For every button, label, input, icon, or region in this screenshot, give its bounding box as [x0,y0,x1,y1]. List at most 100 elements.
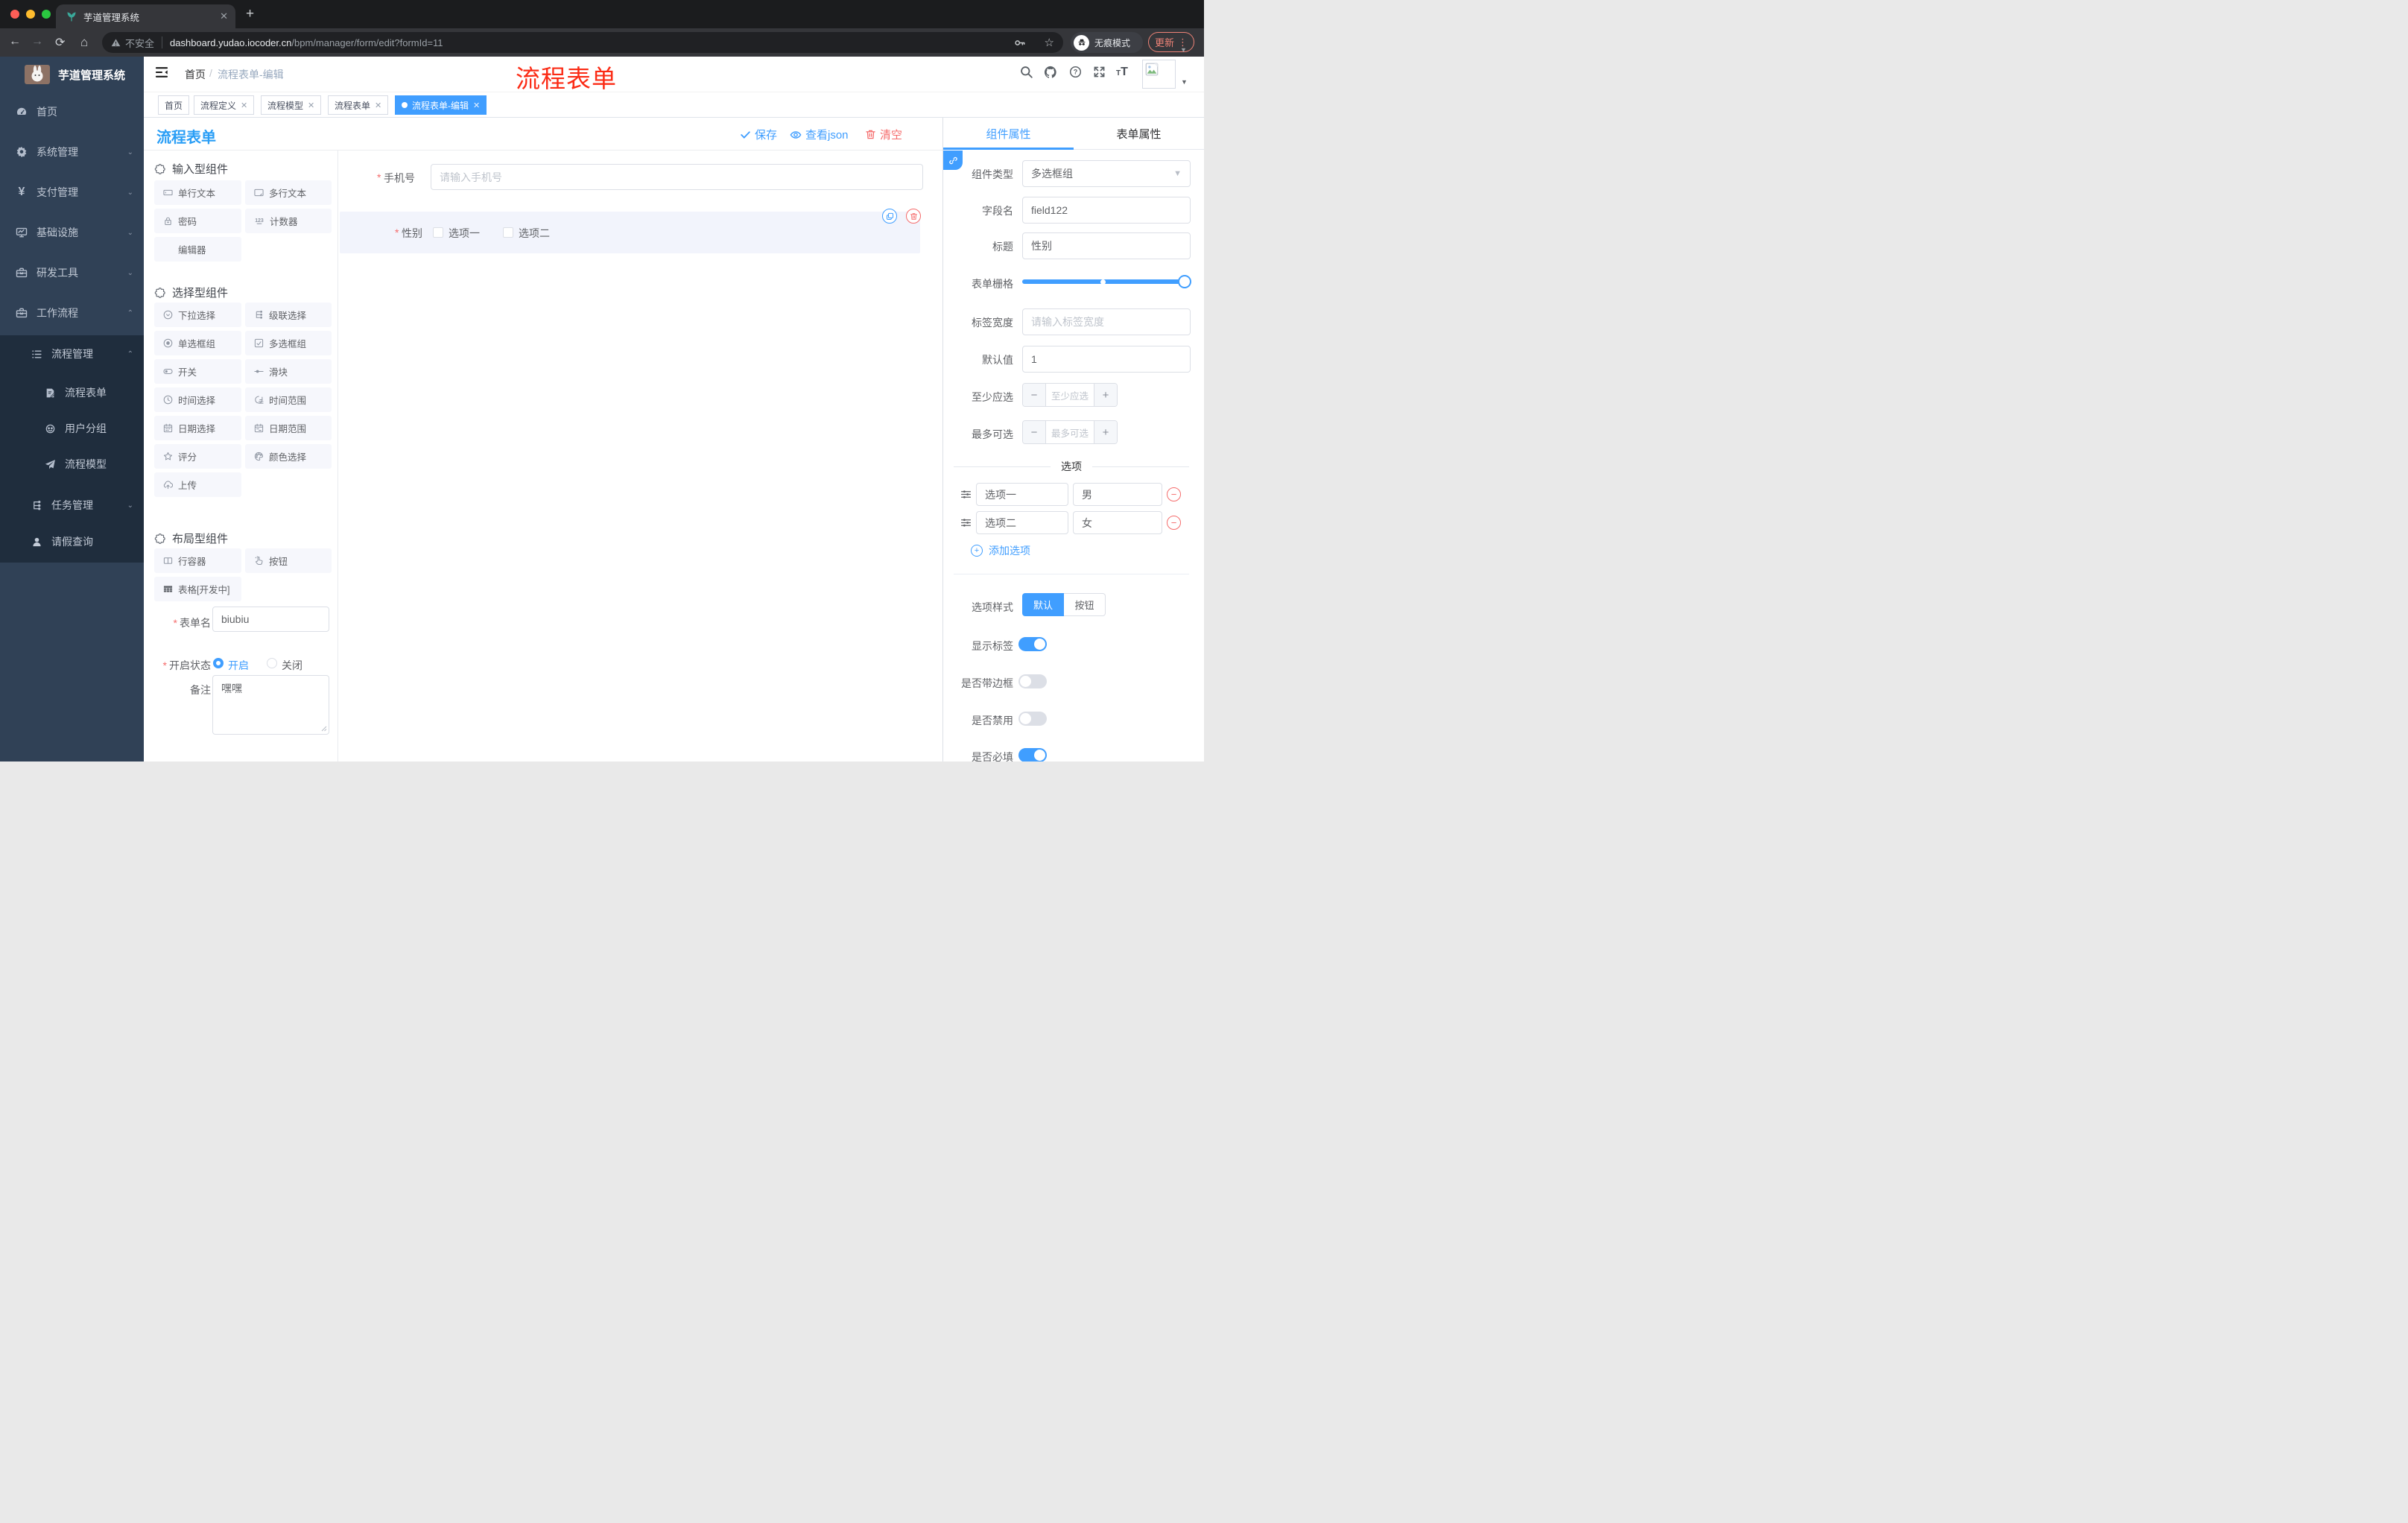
component-color[interactable]: 颜色选择 [245,444,332,469]
save-button[interactable]: 保存 [740,127,777,142]
window-close-button[interactable] [10,10,19,19]
tab-form-props[interactable]: 表单属性 [1074,126,1204,142]
sidebar-item-task-mgmt[interactable]: 任务管理 ⌄ [0,489,144,522]
forward-icon[interactable]: → [31,35,43,48]
copy-component-button[interactable] [882,209,897,224]
status-off-label[interactable]: 关闭 [282,658,302,673]
tag-process-definition[interactable]: 流程定义 ✕ [194,95,255,115]
app-logo[interactable]: 芋道管理系统 [0,57,144,92]
component-text[interactable]: 单行文本 [154,180,241,205]
stepper-value[interactable]: 最多可选 [1045,421,1094,443]
back-icon[interactable]: ← [9,35,21,48]
github-icon[interactable] [1044,66,1057,79]
sidebar-item-workflow[interactable]: 工作流程 ⌃ [0,297,144,329]
tag-close-icon[interactable]: ✕ [241,101,247,110]
sidebar-item-infra[interactable]: 基础设施 ⌄ [0,216,144,249]
gender-option1-checkbox[interactable] [433,227,443,238]
clear-button[interactable]: 清空 [865,127,902,142]
tag-process-model[interactable]: 流程模型 ✕ [261,95,322,115]
reload-icon[interactable]: ⟳ [55,35,65,50]
component-date[interactable]: 日期选择 [154,416,241,440]
tab-close-icon[interactable]: ✕ [220,10,228,22]
sidebar-item-process-form[interactable]: 流程表单 [0,376,144,409]
component-checkbox[interactable]: 多选框组 [245,331,332,355]
window-minimize-button[interactable] [26,10,35,19]
component-time-range[interactable]: 时间范围 [245,387,332,412]
border-toggle[interactable] [1018,674,1047,688]
avatar-dropdown-icon[interactable]: ▼ [1181,78,1188,86]
sidebar-item-system[interactable]: 系统管理 ⌄ [0,136,144,168]
form-grid-slider[interactable] [1022,279,1191,284]
update-button[interactable]: 更新 ⋮ [1148,32,1194,52]
selected-component-block[interactable]: * 性别 选项一 选项二 [340,212,920,253]
sidebar-item-user-group[interactable]: 用户分组 [0,412,144,445]
drag-handle-icon[interactable] [960,517,972,528]
component-type-select[interactable]: 多选框组 ▼ [1022,160,1191,187]
security-label[interactable]: 不安全 [125,36,154,50]
component-switch[interactable]: 开关 [154,359,241,384]
component-slider[interactable]: 滑块 [245,359,332,384]
component-select[interactable]: 下拉选择 [154,303,241,327]
tag-home[interactable]: 首页 [158,95,190,115]
gender-option1-label[interactable]: 选项一 [449,226,480,241]
gender-option2-label[interactable]: 选项二 [519,226,550,241]
tab-component-props[interactable]: 组件属性 [943,126,1074,142]
option-label-input[interactable] [976,483,1068,506]
option-label-input[interactable] [976,511,1068,534]
stepper-plus-button[interactable]: + [1094,421,1117,443]
address-bar[interactable]: 不安全 dashboard.yudao.iocoder.cn/bpm/manag… [102,32,1063,53]
sidebar-item-process-model[interactable]: 流程模型 [0,448,144,481]
remove-option-icon[interactable]: − [1167,487,1181,501]
slider-handle[interactable] [1178,275,1191,288]
font-size-icon[interactable]: TT [1116,66,1128,79]
bookmark-star-icon[interactable]: ☆ [1045,36,1054,49]
tag-process-form[interactable]: 流程表单 ✕ [328,95,389,115]
new-tab-button[interactable]: + [246,6,254,22]
component-password[interactable]: 密码 [154,209,241,233]
component-row-container[interactable]: 行容器 [154,548,241,573]
option-value-input[interactable] [1073,511,1162,534]
status-on-label[interactable]: 开启 [228,658,249,673]
tag-close-icon[interactable]: ✕ [473,101,480,110]
component-button[interactable]: 按钮 [245,548,332,573]
status-on-radio[interactable] [213,658,224,668]
component-counter[interactable]: 123 计数器 [245,209,332,233]
form-name-input[interactable] [212,607,329,632]
avatar[interactable] [1142,60,1176,89]
sidebar-item-pay[interactable]: ¥ 支付管理 ⌄ [0,176,144,209]
disabled-toggle[interactable] [1018,712,1047,726]
view-json-button[interactable]: 查看json [790,127,849,142]
phone-input[interactable] [431,164,923,190]
sidebar-item-home[interactable]: 首页 [0,95,144,128]
component-editor[interactable]: 编辑器 [154,237,241,262]
textarea-resize-grip[interactable] [320,724,327,732]
fullscreen-icon[interactable] [1093,66,1106,78]
sidebar-item-dev[interactable]: 研发工具 ⌄ [0,256,144,289]
show-label-toggle[interactable] [1018,637,1047,651]
add-option-button[interactable]: + 添加选项 [971,543,1030,558]
field-name-input[interactable] [1022,197,1191,224]
component-rate[interactable]: 评分 [154,444,241,469]
component-radio[interactable]: 单选框组 [154,331,241,355]
search-icon[interactable] [1020,66,1033,78]
window-zoom-button[interactable] [42,10,51,19]
required-toggle[interactable] [1018,748,1047,762]
toolbar-chevron-icon[interactable]: ▼ [1180,46,1187,54]
stepper-plus-button[interactable]: + [1094,384,1117,406]
sidebar-item-leave-query[interactable]: 请假查询 [0,525,144,558]
status-off-radio[interactable] [267,658,277,668]
component-date-range[interactable]: 日期范围 [245,416,332,440]
stepper-minus-button[interactable]: − [1023,421,1045,443]
option-value-input[interactable] [1073,483,1162,506]
sidebar-item-process-mgmt[interactable]: 流程管理 ⌃ [0,338,144,370]
remove-option-icon[interactable]: − [1167,516,1181,530]
help-icon[interactable]: ? [1069,66,1082,78]
style-default-button[interactable]: 默认 [1022,593,1064,616]
tag-close-icon[interactable]: ✕ [308,101,314,110]
component-upload[interactable]: 上传 [154,472,241,497]
title-input[interactable] [1022,232,1191,259]
component-textarea[interactable]: 多行文本 [245,180,332,205]
component-table[interactable]: 表格[开发中] [154,577,241,601]
stepper-minus-button[interactable]: − [1023,384,1045,406]
style-button-button[interactable]: 按钮 [1064,593,1106,616]
